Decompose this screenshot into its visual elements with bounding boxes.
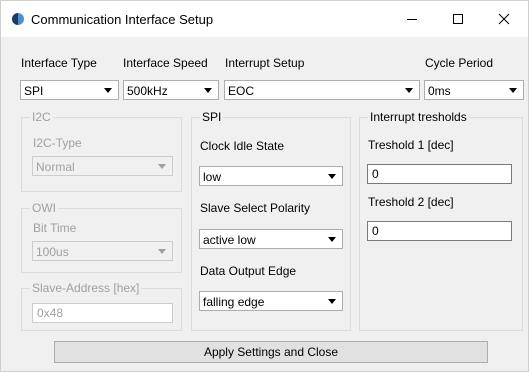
- apply-settings-label: Apply Settings and Close: [203, 345, 339, 359]
- threshold1-input-box[interactable]: [367, 164, 512, 184]
- threshold1-input[interactable]: [368, 165, 511, 183]
- owi-group-title: OWI: [30, 201, 58, 215]
- close-button[interactable]: [481, 1, 527, 37]
- chevron-down-icon: [405, 88, 413, 93]
- chevron-down-icon: [328, 237, 336, 242]
- bit-time-label: Bit Time: [33, 221, 77, 235]
- slave-select-label: Slave Select Polarity: [200, 201, 311, 215]
- slave-address-title: Slave-Address [hex]: [30, 281, 142, 295]
- app-icon: [12, 13, 24, 25]
- clock-idle-value: low: [203, 170, 222, 184]
- bit-time-value: 100us: [36, 245, 69, 259]
- window-title: Communication Interface Setup: [31, 12, 214, 27]
- data-output-dropdown[interactable]: falling edge: [199, 291, 343, 311]
- close-icon: [498, 13, 510, 25]
- interface-speed-value: 500kHz: [127, 84, 168, 98]
- threshold2-input[interactable]: [368, 222, 511, 240]
- interrupt-setup-value: EOC: [228, 84, 255, 98]
- cycle-period-label: Cycle Period: [425, 56, 494, 70]
- slave-address-input[interactable]: [33, 304, 172, 322]
- dialog-window: Communication Interface Setup Interface …: [0, 0, 529, 372]
- data-output-label: Data Output Edge: [200, 264, 297, 278]
- interface-type-dropdown[interactable]: SPI: [20, 80, 119, 100]
- cycle-period-dropdown[interactable]: 0ms: [424, 80, 524, 100]
- slave-address-input-box[interactable]: [32, 303, 173, 323]
- interrupt-setup-label: Interrupt Setup: [225, 56, 305, 70]
- interface-speed-dropdown[interactable]: 500kHz: [123, 80, 219, 100]
- maximize-icon: [453, 14, 463, 24]
- apply-settings-button[interactable]: Apply Settings and Close: [54, 341, 488, 363]
- minimize-button[interactable]: [389, 1, 435, 37]
- data-output-value: falling edge: [203, 295, 265, 309]
- i2c-type-value: Normal: [36, 160, 75, 174]
- i2c-type-dropdown[interactable]: Normal: [32, 156, 173, 176]
- slave-select-dropdown[interactable]: active low: [199, 229, 343, 249]
- interrupt-setup-dropdown[interactable]: EOC: [224, 80, 420, 100]
- chevron-down-icon: [158, 249, 166, 254]
- cycle-period-value: 0ms: [428, 84, 451, 98]
- slave-select-value: active low: [203, 233, 256, 247]
- i2c-group-title: I2C: [30, 110, 53, 124]
- interface-speed-label: Interface Speed: [123, 56, 208, 70]
- chevron-down-icon: [158, 164, 166, 169]
- minimize-icon: [407, 19, 417, 20]
- interface-type-value: SPI: [24, 84, 44, 98]
- chevron-down-icon: [104, 88, 112, 93]
- title-bar[interactable]: Communication Interface Setup: [1, 1, 528, 37]
- chevron-down-icon: [328, 299, 336, 304]
- bit-time-dropdown[interactable]: 100us: [32, 241, 173, 261]
- spi-group-title: SPI: [200, 110, 224, 124]
- chevron-down-icon: [328, 174, 336, 179]
- threshold1-label: Treshold 1 [dec]: [368, 138, 454, 152]
- i2c-group: I2C: [21, 110, 182, 192]
- threshold2-label: Treshold 2 [dec]: [368, 195, 454, 209]
- chevron-down-icon: [204, 88, 212, 93]
- threshold2-input-box[interactable]: [367, 221, 512, 241]
- i2c-type-label: I2C-Type: [33, 136, 82, 150]
- maximize-button[interactable]: [435, 1, 481, 37]
- clock-idle-dropdown[interactable]: low: [199, 166, 343, 186]
- interrupt-thresholds-title: Interrupt tresholds: [368, 110, 469, 124]
- chevron-down-icon: [509, 88, 517, 93]
- clock-idle-label: Clock Idle State: [200, 139, 285, 153]
- interface-type-label: Interface Type: [21, 56, 97, 70]
